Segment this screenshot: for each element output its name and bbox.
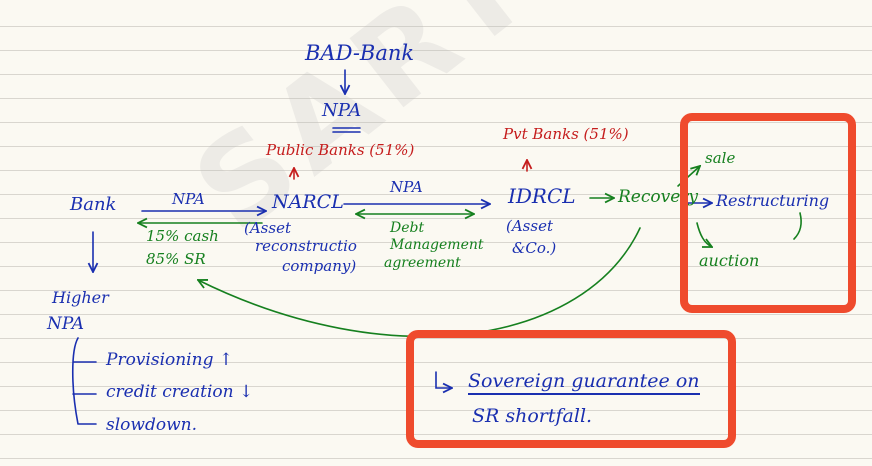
public-banks-label: Public Banks (51%) (266, 141, 415, 159)
sr-share: 85% SR (146, 250, 206, 268)
narcl-desc-line2: reconstructio (255, 237, 357, 255)
bad-bank-npa: NPA (322, 100, 362, 121)
bank-label: Bank (70, 194, 117, 215)
npa-double-underline (332, 127, 361, 133)
bad-bank-title: BAD-Bank (305, 41, 415, 65)
narcl-desc-line3: company) (282, 257, 357, 275)
cash-share: 15% cash (146, 227, 219, 245)
bracket-effects (71, 337, 97, 425)
pvt-banks-label: Pvt Banks (51%) (503, 125, 629, 143)
narcl-label: NARCL (272, 191, 344, 213)
higher-npa-line2: NPA (47, 314, 85, 334)
effect-slowdown: slowdown. (106, 415, 197, 435)
debt-line3: agreement (384, 255, 461, 271)
highlight-box-recovery-options (680, 113, 856, 313)
effect-credit-creation: credit creation ↓ (106, 382, 254, 402)
highlight-box-guarantee (406, 330, 736, 448)
debt-line2: Management (390, 237, 484, 253)
higher-npa-line1: Higher (52, 288, 109, 307)
narcl-npa-arrow-label: NPA (390, 178, 423, 196)
bank-npa-arrow-label: NPA (172, 190, 205, 208)
idrcl-desc-line1: (Asset (506, 217, 553, 235)
debt-line1: Debt (390, 220, 425, 236)
idrcl-desc-line2: &Co.) (512, 239, 557, 257)
narcl-desc-line1: (Asset (244, 219, 291, 237)
effect-provisioning: Provisioning ↑ (106, 350, 234, 370)
idrcl-label: IDRCL (508, 184, 576, 208)
